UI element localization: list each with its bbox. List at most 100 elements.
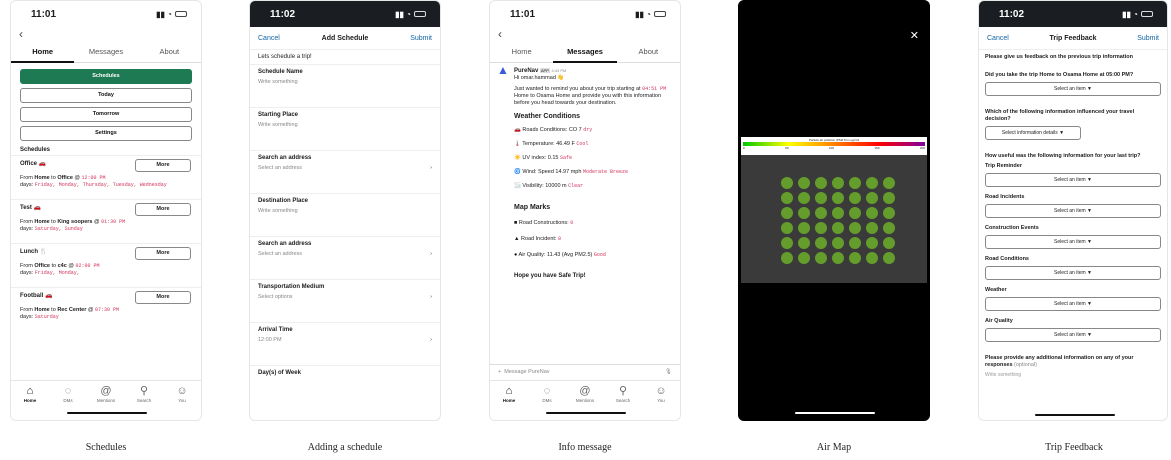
usefulness-select[interactable]: Select an item ▼ <box>985 235 1161 249</box>
took-trip-select[interactable]: Select an item ▼ <box>985 82 1161 96</box>
tab-about[interactable]: About <box>138 43 201 63</box>
tab-home[interactable]: Home <box>490 43 553 63</box>
form-field[interactable]: Transportation Medium Select options › <box>250 279 440 322</box>
usefulness-select[interactable]: Select an item ▼ <box>985 297 1161 311</box>
more-button[interactable]: More <box>135 159 191 172</box>
form-fields: Schedule Name Write something Starting Pla… <box>250 64 440 395</box>
weather-label: 🚗 Roads Conditions: <box>514 127 569 133</box>
form-field[interactable]: Destination Place Write something <box>250 193 440 236</box>
reminder-part: Just wanted to remind you about your tri… <box>514 86 643 92</box>
field-label: Search an address <box>258 241 312 247</box>
composer-input[interactable]: + Message PureNav <box>498 369 550 376</box>
aq-cell <box>883 207 895 219</box>
aq-cell <box>798 192 810 204</box>
aq-cell <box>866 192 878 204</box>
tomorrow-button[interactable]: Tomorrow <box>20 107 192 122</box>
usefulness-select[interactable]: Select an item ▼ <box>985 266 1161 280</box>
field-value-text: Select an address <box>258 251 303 257</box>
cancel-button[interactable]: Cancel <box>987 35 1009 42</box>
weather-row: 🚗 Roads Conditions: CO 7 dry <box>514 127 672 134</box>
tab-home[interactable]: Home <box>11 43 75 63</box>
aq-cell <box>849 177 861 189</box>
schedules-button[interactable]: Schedules <box>20 69 192 84</box>
usefulness-select[interactable]: Select an item ▼ <box>985 328 1161 342</box>
nav-mentions[interactable]: @ Mentions <box>87 385 125 420</box>
cancel-button[interactable]: Cancel <box>258 35 280 42</box>
schedule-time: 01:30 PM <box>101 219 126 225</box>
plus-icon[interactable]: + <box>498 369 501 375</box>
map-legend: Particle air pollution (PM2.5) in μg/m3 … <box>741 137 927 155</box>
more-button[interactable]: More <box>135 247 191 260</box>
purenav-logo-icon: ▲ <box>497 63 509 77</box>
submit-button[interactable]: Submit <box>410 35 432 42</box>
submit-button[interactable]: Submit <box>1137 35 1159 42</box>
form-field[interactable]: Starting Place Write something <box>250 107 440 150</box>
aq-cell <box>866 207 878 219</box>
route-part: King soopers <box>57 219 93 225</box>
form-field[interactable]: Day(s) of Week <box>250 365 440 395</box>
settings-button[interactable]: Settings <box>20 126 192 141</box>
nav-dms[interactable]: ◌ DMs <box>528 385 566 420</box>
air-map[interactable]: Particle air pollution (PM2.5) in μg/m3 … <box>741 137 927 283</box>
usefulness-label: Road Incidents <box>985 194 1025 200</box>
nav-dms[interactable]: ◌ DMs <box>49 385 87 420</box>
field-label: Search an address <box>258 155 312 161</box>
field-value: Select an address › <box>258 165 432 171</box>
back-icon[interactable]: ‹ <box>490 27 680 43</box>
aq-cell <box>832 207 844 219</box>
air-map-screen: ✕ Particle air pollution (PM2.5) in μg/m… <box>738 0 930 421</box>
additional-input[interactable]: Write something <box>979 369 1167 381</box>
field-label: Arrival Time <box>258 327 293 333</box>
tab-about[interactable]: About <box>617 43 680 63</box>
close-icon[interactable]: ✕ <box>910 29 919 42</box>
composer[interactable]: + Message PureNav 🎙 <box>490 364 680 380</box>
route-part: From <box>20 219 35 225</box>
usefulness-select[interactable]: Select an item ▼ <box>985 204 1161 218</box>
route-part: Office <box>34 263 50 269</box>
map-marks-heading: Map Marks <box>514 204 551 211</box>
nav-search[interactable]: ⚲ Search <box>125 385 163 420</box>
nav-home[interactable]: ⌂ Home <box>11 385 49 420</box>
today-button[interactable]: Today <box>20 88 192 103</box>
sheet-title: Add Schedule <box>321 34 369 42</box>
weather-label: 🌫️ Visibility: <box>514 183 546 189</box>
tab-bar: Home Messages About <box>11 43 201 63</box>
usefulness-label: Trip Reminder <box>985 163 1022 169</box>
nav-home[interactable]: ⌂ Home <box>490 385 528 420</box>
field-label: Starting Place <box>258 112 299 118</box>
usefulness-label: Air Quality <box>985 318 1013 324</box>
aq-cell <box>883 192 895 204</box>
home-indicator <box>795 412 875 414</box>
more-button[interactable]: More <box>135 203 191 216</box>
form-field[interactable]: Search an address Select an address › <box>250 150 440 193</box>
weather-label: 🌀 Wind: <box>514 169 538 175</box>
nav-you[interactable]: ☺ You <box>163 385 201 420</box>
tab-messages[interactable]: Messages <box>74 43 137 63</box>
caption-feedback: Trip Feedback <box>1045 442 1103 453</box>
mark-row: ▲ Road Incident: 0 <box>514 236 672 243</box>
aq-cell <box>866 177 878 189</box>
back-icon[interactable]: ‹ <box>11 27 201 43</box>
usefulness-select[interactable]: Select an item ▼ <box>985 173 1161 187</box>
composer-placeholder: Message PureNav <box>504 369 550 375</box>
more-button[interactable]: More <box>135 291 191 304</box>
route-part: @ <box>86 307 95 313</box>
clock: 11:02 <box>999 8 1025 20</box>
question-usefulness: How useful was the following information… <box>985 153 1141 159</box>
clock: 11:01 <box>510 8 536 20</box>
nav-mentions[interactable]: @ Mentions <box>566 385 604 420</box>
aq-cell <box>883 177 895 189</box>
mic-icon[interactable]: 🎙 <box>665 369 672 376</box>
nav-you[interactable]: ☺ You <box>642 385 680 420</box>
influence-select[interactable]: Select information details ▼ <box>985 126 1081 140</box>
schedule-list: Office 🚗 More From Home to Office @ 12:00 … <box>11 155 201 331</box>
route-part: Home <box>34 219 50 225</box>
form-field[interactable]: Schedule Name Write something <box>250 64 440 107</box>
form-field[interactable]: Arrival Time 12:00 PM › <box>250 322 440 365</box>
nav-search[interactable]: ⚲ Search <box>604 385 642 420</box>
form-field[interactable]: Search an address Select an address › <box>250 236 440 279</box>
tab-messages[interactable]: Messages <box>553 43 617 63</box>
route-part: @ <box>92 219 102 225</box>
route-part: From <box>20 307 35 313</box>
battery-icon <box>414 11 426 17</box>
